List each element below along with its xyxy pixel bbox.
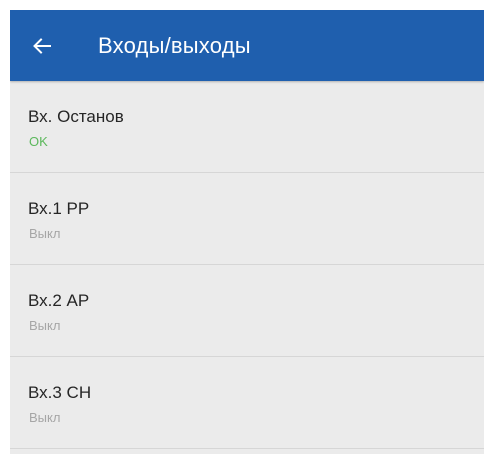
status-text: Выкл <box>29 226 61 241</box>
list-item-label: Вх.1 РР <box>28 199 90 218</box>
list-item-input-2[interactable]: Вх.2 АР Выкл <box>10 265 484 357</box>
status-text: OK <box>29 134 48 149</box>
list-item-label: Вх.3 СН <box>28 383 92 402</box>
list-item-stop-input[interactable]: Вх. Останов OK <box>10 81 484 173</box>
io-list: Вх. Останов OK Вх.1 РР Выкл Вх.2 АР Выкл… <box>10 81 484 449</box>
list-item-label: Вх.2 АР <box>28 291 90 310</box>
list-item-input-3[interactable]: Вх.3 СН Выкл <box>10 357 484 449</box>
status-text: Выкл <box>29 410 61 425</box>
screen: Входы/выходы Вх. Останов OK Вх.1 РР Выкл… <box>10 10 484 454</box>
app-bar: Входы/выходы <box>10 10 484 81</box>
back-button[interactable] <box>30 34 54 58</box>
list-item-input-1[interactable]: Вх.1 РР Выкл <box>10 173 484 265</box>
status-text: Выкл <box>29 318 61 333</box>
arrow-left-icon <box>33 37 51 54</box>
list-item-label: Вх. Останов <box>28 107 124 126</box>
page-title: Входы/выходы <box>98 32 251 58</box>
